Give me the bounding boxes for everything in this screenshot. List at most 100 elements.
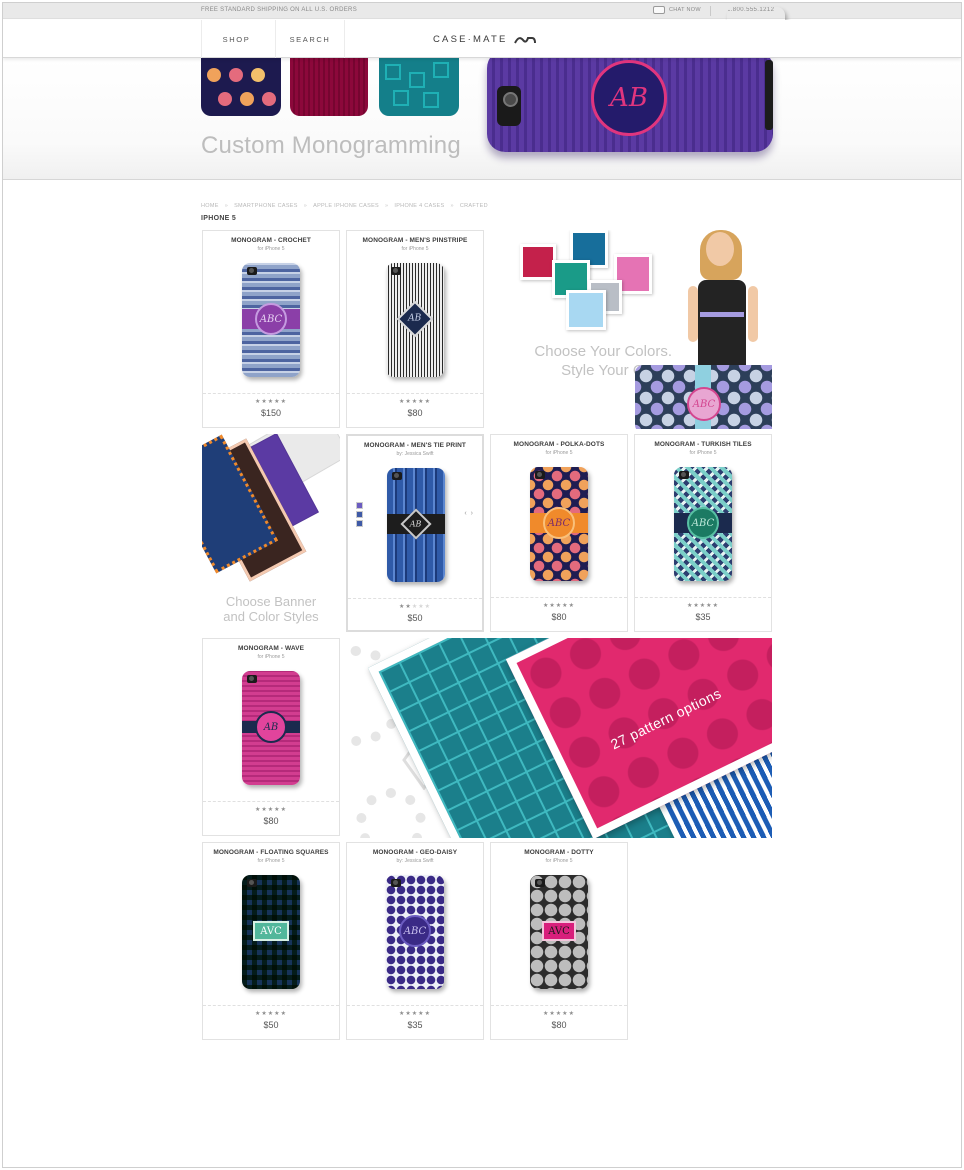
rating-stars: ★★★★★ [399,1011,431,1017]
camera-icon [535,471,545,479]
card-divider [635,597,771,598]
product-name[interactable]: MONOGRAM - POLKA-DOTS [491,441,627,448]
monogram-emblem: ABC [255,303,287,335]
nav-shop[interactable]: SHOP [201,20,271,58]
breadcrumb-separator: » [303,203,308,209]
product-card-polka-dots[interactable]: MONOGRAM - POLKA-DOTS for iPhone 5 ABC ★… [490,434,628,632]
hero-case-polka [201,58,281,116]
product-image[interactable]: AB [386,263,444,377]
chat-label: CHAT NOW [669,7,701,13]
rating-stars: ★★★★★ [687,603,719,609]
product-image[interactable]: ABC [674,467,732,581]
camera-icon [535,879,545,887]
camera-icon [247,675,257,683]
promo-pattern-options[interactable]: 27 pattern options [346,638,772,838]
card-divider [347,393,483,394]
model-photo [676,230,760,370]
monogram-emblem: ABC [399,915,431,947]
product-name[interactable]: MONOGRAM - CROCHET [203,237,339,244]
product-name[interactable]: MONOGRAM - TURKISH TILES [635,441,771,448]
product-subtitle: by: Jessica Swift [396,451,434,457]
product-name[interactable]: MONOGRAM - GEO-DAISY [347,849,483,856]
breadcrumb-home[interactable]: HOME [201,203,219,209]
product-subtitle: for iPhone 5 [545,858,573,864]
product-price: $80 [263,816,279,826]
product-image[interactable]: ABC [530,467,588,581]
product-name[interactable]: MONOGRAM - FLOATING SQUARES [203,849,339,856]
breadcrumb-crafted[interactable]: CRAFTED [460,203,488,209]
section-title: IPHONE 5 [201,215,237,222]
breadcrumb-separator: » [224,203,229,209]
carousel-arrows-icon[interactable]: ‹ › [464,510,474,517]
product-subtitle: for iPhone 5 [545,450,573,456]
product-card-geo-daisy[interactable]: MONOGRAM - GEO-DAISY by: Jessica Swift A… [346,842,484,1040]
product-price: $35 [407,1020,423,1030]
product-image[interactable]: AVC [530,875,588,989]
product-name[interactable]: MONOGRAM - DOTTY [491,849,627,856]
camera-icon [392,472,402,480]
rating-stars: ★★★★★ [255,399,287,405]
card-divider [203,801,339,802]
thumbnail[interactable] [356,511,363,518]
product-card-turkish-tiles[interactable]: MONOGRAM - TURKISH TILES for iPhone 5 AB… [634,434,772,632]
promo-banner-styles[interactable]: Choose Banner and Color Styles [202,434,340,633]
promo-case-image: ABC [635,365,772,429]
rating-stars-off: ★★★ [411,604,431,610]
product-card-tie-print[interactable]: MONOGRAM - MEN'S TIE PRINT by: Jessica S… [346,434,484,632]
product-card-dotty[interactable]: MONOGRAM - DOTTY for iPhone 5 AVC ★★★★★ … [490,842,628,1040]
promo-choose-colors[interactable]: Choose Your Colors. Style Your Case. ABC [490,230,772,429]
brand-logo[interactable]: CASE·MATE [433,34,536,45]
card-divider [347,1005,483,1006]
phone-edge [765,60,773,130]
product-card-crochet[interactable]: MONOGRAM - CROCHET for iPhone 5 ABC ★★★★… [202,230,340,428]
product-subtitle: for iPhone 5 [257,858,285,864]
product-card-floating-squares[interactable]: MONOGRAM - FLOATING SQUARES for iPhone 5… [202,842,340,1040]
product-name[interactable]: MONOGRAM - MEN'S TIE PRINT [348,442,482,449]
chat-now-link[interactable]: CHAT NOW [653,6,701,14]
thumbnail[interactable] [356,502,363,509]
monogram-emblem: ABC [543,507,575,539]
product-subtitle: for iPhone 5 [257,654,285,660]
breadcrumb-smartphone[interactable]: SMARTPHONE CASES [234,203,298,209]
product-image[interactable]: AVC [242,875,300,989]
thumbnail[interactable] [356,520,363,527]
card-divider [348,598,482,599]
product-image[interactable]: AB [242,671,300,785]
camera-icon [497,86,521,126]
color-swatch [520,244,556,280]
product-name[interactable]: MONOGRAM - WAVE [203,645,339,652]
product-price: $80 [551,1020,567,1030]
monogram-emblem: ABC [687,387,721,421]
product-card-wave[interactable]: MONOGRAM - WAVE for iPhone 5 AB ★★★★★ $8… [202,638,340,836]
color-thumbnails[interactable] [356,502,364,529]
product-image[interactable]: ABC [242,263,300,377]
breadcrumb: HOME » SMARTPHONE CASES » APPLE IPHONE C… [201,203,488,209]
breadcrumb-iphone4[interactable]: IPHONE 4 CASES [394,203,444,209]
product-price: $80 [551,612,567,622]
promo-caption-line2: and Color Styles [223,609,319,624]
shipping-notice: FREE STANDARD SHIPPING ON ALL U.S. ORDER… [201,7,357,13]
monogram-emblem: AB [396,300,434,338]
hero-title: Custom Monogramming [201,132,461,159]
product-price: $80 [407,408,423,418]
utility-divider [710,6,711,16]
rating-stars: ★★★★★ [543,1011,575,1017]
product-subtitle: for iPhone 5 [257,246,285,252]
product-card-pinstripe[interactable]: MONOGRAM - MEN'S PINSTRIPE for iPhone 5 … [346,230,484,428]
camera-icon [391,879,401,887]
hero-monogram: AB [591,60,667,136]
nav-search[interactable]: SEARCH [275,20,345,58]
hero-banner[interactable]: Custom Monogramming AB [3,58,961,180]
camera-icon [247,267,257,275]
rating-stars-on: ★★ [399,604,412,610]
chat-bubble-icon [653,6,665,14]
monogram-emblem: ABC [687,507,719,539]
utility-bar: FREE STANDARD SHIPPING ON ALL U.S. ORDER… [3,3,961,19]
breadcrumb-apple[interactable]: APPLE IPHONE CASES [313,203,379,209]
product-name[interactable]: MONOGRAM - MEN'S PINSTRIPE [347,237,483,244]
product-image[interactable]: ABC [386,875,444,989]
camera-icon [679,471,689,479]
card-divider [491,597,627,598]
product-image[interactable]: AB [387,468,445,582]
camera-icon [391,267,401,275]
